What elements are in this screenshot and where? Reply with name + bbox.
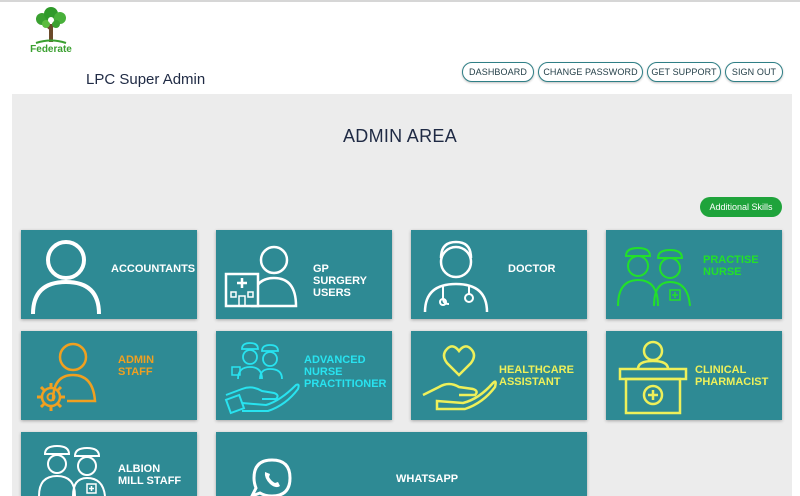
tile-label: PRACTISE NURSE [703, 254, 759, 278]
tile-advanced-nurse-practitioner[interactable]: ADVANCED NURSE PRACTITIONER [216, 331, 392, 420]
top-border [0, 0, 800, 2]
logo-text: Federate [30, 44, 72, 55]
staff-icon [38, 444, 106, 496]
whatsapp-icon [250, 458, 292, 496]
app-title: LPC Super Admin [86, 71, 206, 88]
tile-admin-staff[interactable]: ADMIN STAFF [21, 331, 197, 420]
tile-healthcare-assistant[interactable]: HEALTHCARE ASSISTANT [411, 331, 587, 420]
tile-whatsapp[interactable]: WHATSAPP [216, 432, 587, 496]
user-icon [31, 240, 101, 315]
tile-label: HEALTHCARE ASSISTANT [499, 364, 574, 388]
sign-out-button[interactable]: SIGN OUT [725, 62, 783, 82]
tree-icon [35, 7, 67, 44]
get-support-button[interactable]: GET SUPPORT [647, 62, 721, 82]
tile-clinical-pharmacist[interactable]: CLINICAL PHARMACIST [606, 331, 782, 420]
care-hand-icon [224, 342, 300, 415]
tile-label: ALBION MILL STAFF [118, 463, 182, 487]
tile-label: WHATSAPP [396, 473, 459, 485]
tile-gp-surgery-users[interactable]: GP SURGERY USERS [216, 230, 392, 319]
federate-logo[interactable]: Federate [22, 6, 80, 56]
page-title: ADMIN AREA [342, 126, 458, 146]
tile-label: CLINICAL PHARMACIST [695, 364, 769, 388]
tile-label: GP SURGERY USERS [313, 263, 367, 299]
dashboard-button[interactable]: DASHBOARD [462, 62, 534, 82]
tile-doctor[interactable]: DOCTOR [411, 230, 587, 319]
heart-hand-icon [422, 345, 497, 411]
tile-label: DOCTOR [508, 263, 556, 275]
tile-accountants[interactable]: ACCOUNTANTS [21, 230, 197, 319]
tile-label: ADMIN STAFF [118, 354, 155, 378]
tile-albion-mill-staff[interactable]: ALBION MILL STAFF [21, 432, 197, 496]
tile-practise-nurse[interactable]: PRACTISE NURSE [606, 230, 782, 319]
hospital-user-icon [224, 245, 298, 308]
doctor-icon [423, 240, 489, 313]
change-password-button[interactable]: CHANGE PASSWORD [538, 62, 643, 82]
admin-gear-icon [37, 342, 97, 411]
additional-skills-button[interactable]: Additional Skills [700, 197, 782, 217]
tile-label: ADVANCED NURSE PRACTITIONER [304, 354, 387, 390]
nurses-icon [617, 246, 691, 307]
pharmacist-counter-icon [618, 340, 688, 415]
tile-label: ACCOUNTANTS [111, 263, 196, 275]
